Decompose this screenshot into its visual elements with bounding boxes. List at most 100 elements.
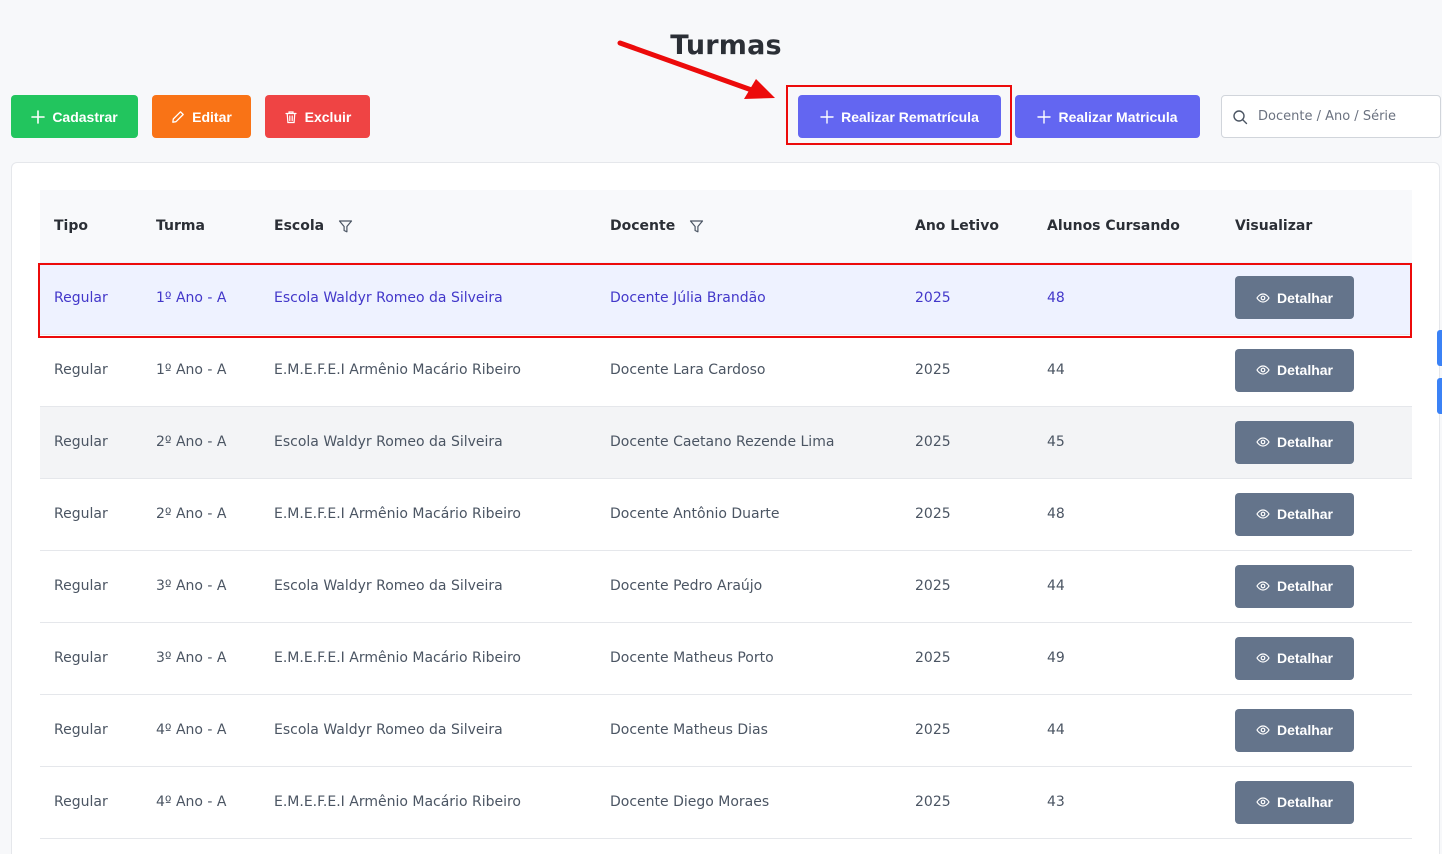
cell-escola: Escola Waldyr Romeo da Silveira	[260, 550, 596, 623]
cell-tipo: Regular	[40, 334, 142, 407]
header-docente-label[interactable]: Docente	[610, 218, 675, 234]
search-box[interactable]	[1221, 95, 1441, 138]
cell-turma: 2º Ano - A	[142, 478, 260, 551]
cell-docente: Docente Pedro Araújo	[596, 550, 901, 623]
cell-ano-letivo: 2025	[901, 478, 1033, 551]
cell-escola: E.M.E.F.E.I Armênio Macário Ribeiro	[260, 766, 596, 839]
cell-docente: Docente Caetano Rezende Lima	[596, 406, 901, 479]
header-docente: Docente	[596, 190, 901, 262]
detalhar-label: Detalhar	[1276, 362, 1334, 378]
cell-tipo: Regular	[40, 406, 142, 479]
cell-alunos-cursando: 49	[1033, 622, 1221, 695]
eye-icon	[1256, 653, 1270, 663]
cell-alunos-cursando: 43	[1033, 766, 1221, 839]
annotation-highlight-row	[38, 263, 1412, 338]
side-tab-indicator[interactable]	[1437, 378, 1442, 414]
cell-ano-letivo: 2025	[901, 334, 1033, 407]
cell-visualizar: Detalhar	[1221, 694, 1412, 767]
header-alunos-cursando[interactable]: Alunos Cursando	[1033, 190, 1221, 262]
cell-ano-letivo: 2025	[901, 766, 1033, 839]
side-tab-indicator[interactable]	[1437, 330, 1442, 366]
cell-turma: 1º Ano - A	[142, 334, 260, 407]
eye-icon	[1256, 365, 1270, 375]
detalhar-button[interactable]: Detalhar	[1235, 564, 1354, 608]
filter-icon[interactable]	[689, 219, 704, 234]
detalhar-button[interactable]: Detalhar	[1235, 708, 1354, 752]
annotation-highlight-rematricula	[786, 85, 1012, 145]
eye-icon	[1256, 581, 1270, 591]
header-turma[interactable]: Turma	[142, 190, 260, 262]
pencil-icon	[172, 110, 185, 123]
cell-docente: Docente Matheus Dias	[596, 694, 901, 767]
table-row[interactable]: Regular 3º Ano - A E.M.E.F.E.I Armênio Mac…	[40, 622, 1412, 695]
cell-docente: Docente Antônio Duarte	[596, 478, 901, 551]
table-row[interactable]: Regular 2º Ano - A E.M.E.F.E.I Armênio Mac…	[40, 478, 1412, 551]
cell-ano-letivo: 2025	[901, 550, 1033, 623]
cell-ano-letivo: 2025	[901, 694, 1033, 767]
cell-escola: Escola Waldyr Romeo da Silveira	[260, 406, 596, 479]
detalhar-label: Detalhar	[1276, 794, 1334, 810]
detalhar-button[interactable]: Detalhar	[1235, 492, 1354, 536]
cell-tipo: Regular	[40, 478, 142, 551]
realizar-matricula-button[interactable]: Realizar Matricula	[1015, 95, 1200, 138]
cell-tipo: Regular	[40, 694, 142, 767]
detalhar-button[interactable]: Detalhar	[1235, 348, 1354, 392]
detalhar-label: Detalhar	[1276, 722, 1334, 738]
table-row[interactable]: Regular 4º Ano - A E.M.E.F.E.I Armênio Mac…	[40, 766, 1412, 839]
cell-turma: 4º Ano - A	[142, 766, 260, 839]
trash-icon	[285, 110, 297, 123]
header-escola-label[interactable]: Escola	[274, 218, 324, 234]
detalhar-label: Detalhar	[1276, 506, 1334, 522]
header-escola: Escola	[260, 190, 596, 262]
excluir-button[interactable]: Excluir	[265, 95, 370, 138]
search-input[interactable]	[1258, 109, 1418, 124]
header-ano-letivo[interactable]: Ano Letivo	[901, 190, 1033, 262]
table-header-row: Tipo Turma Escola Docente Ano Letivo Alu…	[40, 190, 1412, 262]
editar-button[interactable]: Editar	[152, 95, 251, 138]
detalhar-label: Detalhar	[1276, 578, 1334, 594]
cell-tipo: Regular	[40, 550, 142, 623]
eye-icon	[1256, 797, 1270, 807]
cell-alunos-cursando: 44	[1033, 334, 1221, 407]
cell-turma: 3º Ano - A	[142, 622, 260, 695]
cell-turma: 4º Ano - A	[142, 694, 260, 767]
cell-ano-letivo: 2025	[901, 622, 1033, 695]
cell-tipo: Regular	[40, 766, 142, 839]
cell-visualizar: Detalhar	[1221, 334, 1412, 407]
cadastrar-label: Cadastrar	[52, 108, 118, 125]
header-tipo[interactable]: Tipo	[40, 190, 142, 262]
cell-alunos-cursando: 45	[1033, 406, 1221, 479]
table-row[interactable]: Regular 1º Ano - A E.M.E.F.E.I Armênio Mac…	[40, 334, 1412, 407]
cell-docente: Docente Diego Moraes	[596, 766, 901, 839]
cell-turma: 3º Ano - A	[142, 550, 260, 623]
table-row[interactable]: Regular 4º Ano - A Escola Waldyr Romeo da …	[40, 694, 1412, 767]
detalhar-button[interactable]: Detalhar	[1235, 420, 1354, 464]
cell-visualizar: Detalhar	[1221, 406, 1412, 479]
table-row[interactable]: Regular 2º Ano - A Escola Waldyr Romeo da …	[40, 406, 1412, 479]
cell-ano-letivo: 2025	[901, 406, 1033, 479]
filter-icon[interactable]	[338, 219, 353, 234]
search-icon	[1233, 109, 1248, 124]
cell-visualizar: Detalhar	[1221, 766, 1412, 839]
detalhar-label: Detalhar	[1276, 650, 1334, 666]
cell-docente: Docente Lara Cardoso	[596, 334, 901, 407]
detalhar-button[interactable]: Detalhar	[1235, 636, 1354, 680]
header-visualizar: Visualizar	[1221, 190, 1412, 262]
annotation-arrow	[617, 40, 775, 99]
cell-escola: E.M.E.F.E.I Armênio Macário Ribeiro	[260, 478, 596, 551]
excluir-label: Excluir	[304, 108, 352, 125]
cell-turma: 2º Ano - A	[142, 406, 260, 479]
plus-icon	[1037, 109, 1052, 124]
plus-icon	[31, 109, 46, 124]
cell-alunos-cursando: 44	[1033, 550, 1221, 623]
detalhar-button[interactable]: Detalhar	[1235, 780, 1354, 824]
editar-label: Editar	[192, 108, 232, 125]
cell-escola: Escola Waldyr Romeo da Silveira	[260, 694, 596, 767]
cell-visualizar: Detalhar	[1221, 622, 1412, 695]
cell-visualizar: Detalhar	[1221, 478, 1412, 551]
table-row[interactable]: Regular 3º Ano - A Escola Waldyr Romeo da …	[40, 550, 1412, 623]
cadastrar-button[interactable]: Cadastrar	[11, 95, 138, 138]
eye-icon	[1256, 437, 1270, 447]
cell-alunos-cursando: 48	[1033, 478, 1221, 551]
cell-escola: E.M.E.F.E.I Armênio Macário Ribeiro	[260, 334, 596, 407]
